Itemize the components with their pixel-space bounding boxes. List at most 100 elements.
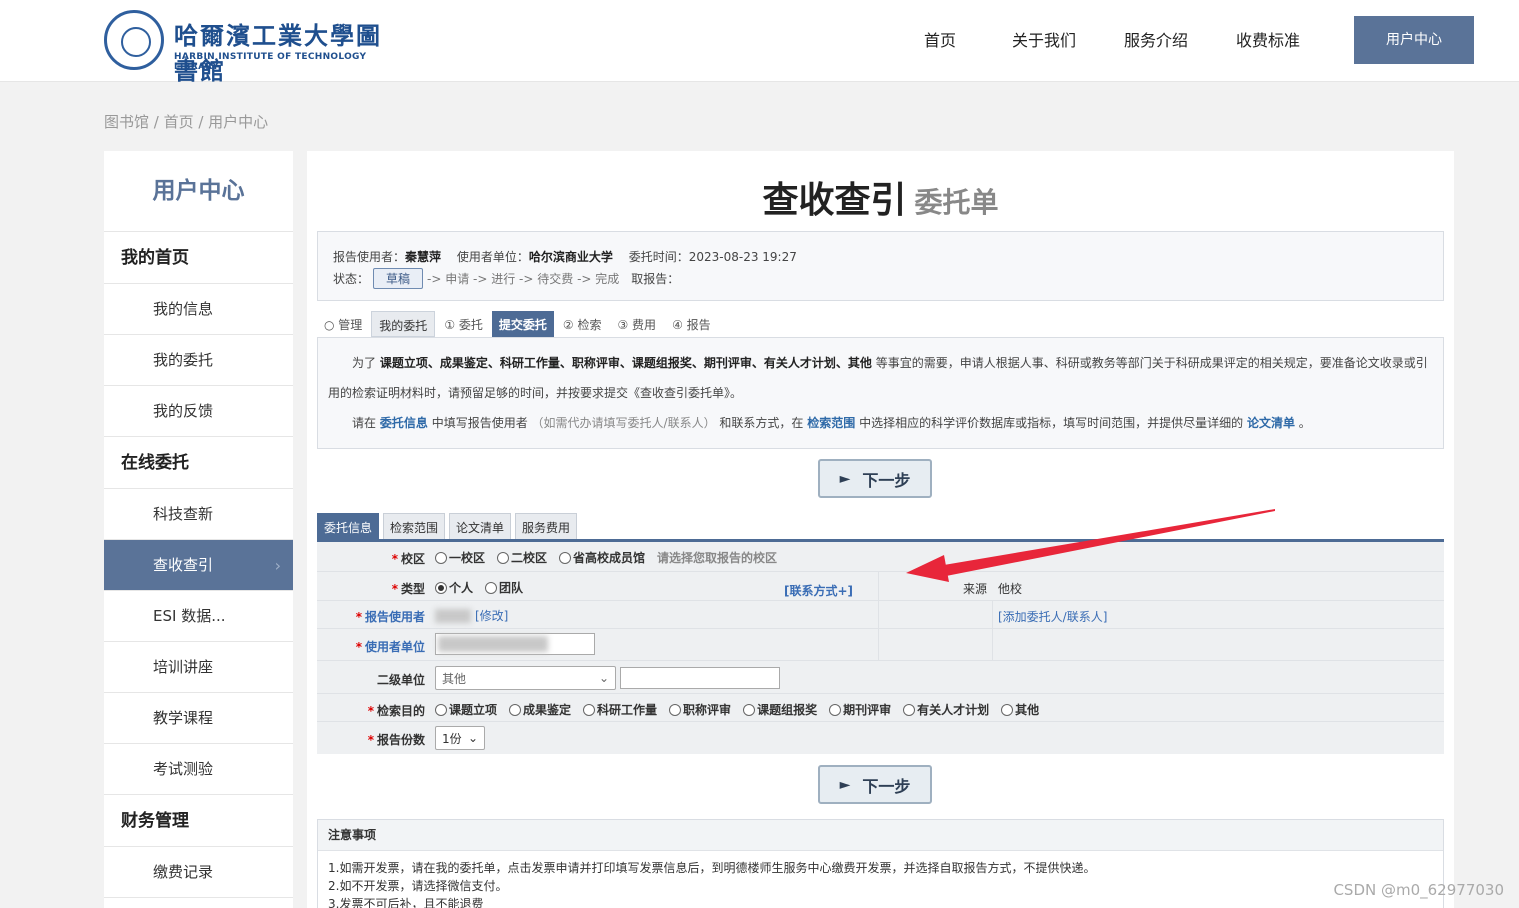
desc-p2-d: 中选择相应的科学评价数据库或指标，填写时间范围，并提供尽量详细的 <box>859 416 1244 430</box>
sidebar-item-training[interactable]: 培训讲座 <box>104 642 293 693</box>
nav-fees[interactable]: 收费标准 <box>1236 27 1300 51</box>
purpose-options: 课题立项 成果鉴定 科研工作量 职称评审 课题组报奖 期刊评审 有关人才计划 其… <box>435 701 1047 718</box>
redacted-name <box>435 608 471 623</box>
sidebar-item-esi[interactable]: ESI 数据... <box>104 591 293 642</box>
copies-select[interactable]: 1份 ⌄ <box>435 726 485 750</box>
add-contact-link[interactable]: [添加委托人/联系人] <box>998 608 1107 625</box>
next-step-label: 下一步 <box>862 470 911 490</box>
status-label: 状态： <box>333 272 370 286</box>
sidebar-item-label: 查收查引 <box>153 556 214 574</box>
sidebar-item-citation-search[interactable]: 查收查引 › <box>104 540 293 591</box>
purpose-option-4[interactable]: 职称评审 <box>669 701 731 718</box>
report-label: 取报告： <box>631 272 680 286</box>
sidebar-item-novelty-search[interactable]: 科技查新 <box>104 489 293 540</box>
subunit-value: 其他 ⌄ <box>435 666 780 690</box>
desc-p2-gray: （如需代办请填写委托人/联系人） <box>531 416 716 430</box>
logo-english-name: HARBIN INSTITUTE OF TECHNOLOGY LIBRARY <box>174 52 367 72</box>
desc-p2-a: 请在 <box>352 416 377 430</box>
source-label: 来源 <box>963 582 988 596</box>
copies-value: 1份 ⌄ <box>435 726 485 750</box>
purpose-option-6[interactable]: 期刊评审 <box>829 701 891 718</box>
breadcrumb: 图书馆 / 首页 / 用户中心 <box>104 113 269 131</box>
sidebar-item-my-feedback[interactable]: 我的反馈 <box>104 386 293 437</box>
tab-search-scope[interactable]: 检索范围 <box>383 513 446 542</box>
campus-option-3[interactable]: 省高校成员馆 <box>559 549 645 566</box>
purpose-option-7[interactable]: 有关人才计划 <box>903 701 989 718</box>
user-center-button[interactable]: 用户中心 <box>1354 16 1474 64</box>
contact-add-link[interactable]: [联系方式+] <box>784 582 853 599</box>
tab-submit-order[interactable]: 提交委托 <box>491 311 554 337</box>
sidebar-title: 用户中心 <box>104 151 293 232</box>
link-order-info[interactable]: 委托信息 <box>380 416 428 430</box>
tab-report[interactable]: ④ 报告 <box>665 311 718 337</box>
next-step-button-bottom[interactable]: ► 下一步 <box>818 765 932 804</box>
link-paper-list[interactable]: 论文清单 <box>1247 416 1295 430</box>
notes-line-2: 2.如不开发票，请选择微信支付。 <box>328 879 508 893</box>
notes-box: 注意事项 1.如需开发票，请在我的委托单，点击发票申请并打印填写发票信息后，到明… <box>317 819 1444 908</box>
campus-option-1[interactable]: 一校区 <box>435 549 485 566</box>
chevron-down-icon: ⌄ <box>467 731 478 745</box>
type-option-individual[interactable]: 个人 <box>435 579 473 596</box>
tab-service-fees[interactable]: 服务费用 <box>515 513 578 542</box>
purpose-option-3[interactable]: 科研工作量 <box>583 701 657 718</box>
desc-p2-c: 和联系方式，在 <box>719 416 804 430</box>
time-label: 委托时间： <box>628 250 689 264</box>
campus-option-2[interactable]: 二校区 <box>497 549 547 566</box>
notes-line-1: 1.如需开发票，请在我的委托单，点击发票申请并打印填写发票信息后，到明德楼师生服… <box>328 861 1096 875</box>
next-step-label: 下一步 <box>862 776 911 796</box>
nav-about[interactable]: 关于我们 <box>1012 27 1076 51</box>
desc-p2-e: 。 <box>1298 416 1311 430</box>
row-unit: * 使用者单位 <box>317 629 1444 661</box>
desc-p1-prefix: 为了 <box>352 356 377 370</box>
order-form: * 校区 一校区 二校区 省高校成员馆 请选择您取报告的校区 * 类型 个人 团队 … <box>317 539 1444 754</box>
purpose-option-1[interactable]: 课题立项 <box>435 701 497 718</box>
sidebar-item-courses[interactable]: 教学课程 <box>104 693 293 744</box>
radio-icon <box>435 703 447 716</box>
tab-search[interactable]: ② 检索 <box>556 311 609 337</box>
purpose-label: * 检索目的 <box>367 704 425 718</box>
tab-fees[interactable]: ③ 费用 <box>610 311 663 337</box>
campus-hint: 请选择您取报告的校区 <box>657 551 778 565</box>
library-logo[interactable]: 哈爾濱工業大學圖書館 HARBIN INSTITUTE OF TECHNOLOG… <box>104 10 384 85</box>
type-option-team[interactable]: 团队 <box>485 579 523 596</box>
tab-manage[interactable]: ○ 管理 <box>317 311 369 337</box>
modify-link[interactable]: [修改] <box>475 607 508 624</box>
user-label: 报告使用者： <box>333 250 406 264</box>
tab-my-orders[interactable]: 我的委托 <box>371 311 436 337</box>
row-type: * 类型 个人 团队 [联系方式+] 来源 他校 <box>317 572 1444 601</box>
subunit-select[interactable]: 其他 ⌄ <box>435 666 616 690</box>
purpose-option-5[interactable]: 课题组报奖 <box>743 701 817 718</box>
unit-value: 哈尔滨商业大学 <box>528 250 613 264</box>
tab-order[interactable]: ① 委托 <box>437 311 490 337</box>
next-step-button-top[interactable]: ► 下一步 <box>818 459 932 498</box>
sidebar-item-payments[interactable]: 缴费记录 <box>104 847 293 898</box>
page-title-main: 查收查引 <box>762 180 907 221</box>
sidebar-section-online: 在线委托 <box>104 437 293 489</box>
page-title: 查收查引 委托单 <box>307 171 1454 223</box>
type-label: * 类型 <box>391 582 425 596</box>
link-search-scope[interactable]: 检索范围 <box>807 416 855 430</box>
sidebar-item-my-info[interactable]: 我的信息 <box>104 284 293 335</box>
subunit-text-input[interactable] <box>620 667 780 689</box>
tab-order-info[interactable]: 委托信息 <box>317 513 380 542</box>
purpose-option-8[interactable]: 其他 <box>1001 701 1039 718</box>
radio-checked-icon <box>435 581 447 594</box>
purpose-option-2[interactable]: 成果鉴定 <box>509 701 571 718</box>
top-header: 哈爾濱工業大學圖書館 HARBIN INSTITUTE OF TECHNOLOG… <box>0 0 1519 85</box>
sidebar-item-my-orders[interactable]: 我的委托 <box>104 335 293 386</box>
unit-input[interactable] <box>435 633 595 655</box>
nav-services[interactable]: 服务介绍 <box>1124 27 1188 51</box>
sidebar-item-exams[interactable]: 考试测验 <box>104 744 293 795</box>
desc-p1-purposes: 课题立项、成果鉴定、科研工作量、职称评审、课题组报奖、期刊评审、有关人才计划、其… <box>379 356 872 370</box>
row-copies: * 报告份数 1份 ⌄ <box>317 722 1444 754</box>
tab-paper-list[interactable]: 论文清单 <box>449 513 512 542</box>
desc-p1-suffix: 等事宜的需要，申请人根据人事、科研或教务等部门关于科研成果评定的相关规定，要准备… <box>875 356 1428 370</box>
nav-home[interactable]: 首页 <box>924 27 956 51</box>
step-tabs: ○ 管理 我的委托 ① 委托 提交委托 ② 检索 ③ 费用 ④ 报告 <box>317 311 720 337</box>
radio-icon <box>669 703 682 716</box>
unit-value <box>435 633 595 655</box>
form-tabs: 委托信息 检索范围 论文清单 服务费用 <box>317 513 581 542</box>
desc-p2-b: 中填写报告使用者 <box>431 416 528 430</box>
status-flow: -> 申请 -> 进行 -> 待交费 -> 完成 <box>427 272 620 286</box>
notes-line-3: 3.发票不可后补，且不能退费 <box>328 897 484 908</box>
